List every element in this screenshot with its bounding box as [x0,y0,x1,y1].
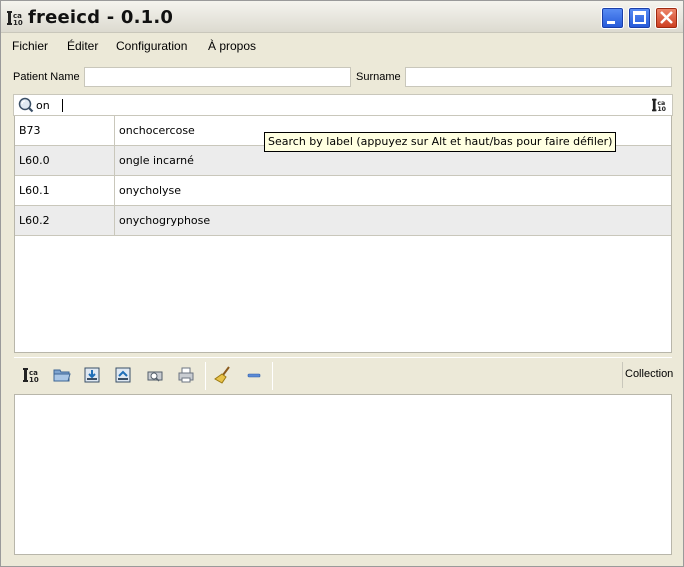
column-divider [114,206,115,236]
search-bar: ca 10 [13,94,673,116]
text-caret [62,99,63,112]
search-icon[interactable] [18,97,34,113]
svg-text:10: 10 [657,106,666,113]
column-divider [114,146,115,176]
menu-configuration[interactable]: Configuration [116,39,187,53]
maximize-button[interactable] [628,7,651,29]
row-label: onchocercose [119,124,195,137]
surname-input[interactable] [405,67,672,87]
surname-label: Surname [356,71,401,83]
collection-button[interactable]: Collection [622,362,675,388]
window-title: freeicd - 0.1.0 [28,7,174,28]
export-icon[interactable] [114,366,132,384]
table-row[interactable]: L60.1 onycholyse [15,176,671,206]
icd-logo-icon[interactable]: ca 10 [652,97,668,113]
open-folder-icon[interactable] [53,366,71,384]
search-input[interactable] [36,97,636,113]
menu-a-propos[interactable]: À propos [208,39,256,53]
menu-bar: Fichier Éditer Configuration À propos [1,34,683,58]
row-code: L60.2 [19,214,50,227]
row-code: L60.1 [19,184,50,197]
column-divider [114,176,115,206]
app-window: ca 10 freeicd - 0.1.0 Fichier Éditer Con… [0,0,684,567]
close-icon [660,11,673,24]
patient-name-label: Patient Name [13,71,80,83]
search-tooltip: Search by label (appuyez sur Alt et haut… [264,132,617,152]
row-code: L60.0 [19,154,50,167]
icd-logo-icon: ca 10 [7,11,23,27]
table-row[interactable]: L60.2 onychogryphose [15,206,671,236]
row-code: B73 [19,124,41,137]
close-button[interactable] [655,7,678,29]
icd-logo-icon[interactable]: ca 10 [23,366,41,384]
remove-icon[interactable] [245,366,263,384]
title-bar[interactable]: ca 10 freeicd - 0.1.0 [1,1,683,33]
menu-editer[interactable]: Éditer [67,39,98,53]
maximize-icon [633,11,646,24]
column-divider [114,116,115,146]
broom-icon[interactable] [214,366,232,384]
minimize-icon [607,21,615,24]
collection-toolbar: ca 10 Collection [14,357,675,391]
collection-panel[interactable] [14,394,672,555]
row-label: ongle incarné [119,154,194,167]
print-preview-icon[interactable] [146,366,164,384]
row-label: onychogryphose [119,214,211,227]
patient-name-input[interactable] [84,67,351,87]
row-label: onycholyse [119,184,182,197]
import-icon[interactable] [83,366,101,384]
svg-text:10: 10 [13,19,23,27]
print-icon[interactable] [177,366,195,384]
minimize-button[interactable] [601,7,624,29]
toolbar-separator [205,362,206,390]
svg-text:10: 10 [29,376,39,384]
toolbar-separator [272,362,273,390]
menu-fichier[interactable]: Fichier [12,39,48,53]
